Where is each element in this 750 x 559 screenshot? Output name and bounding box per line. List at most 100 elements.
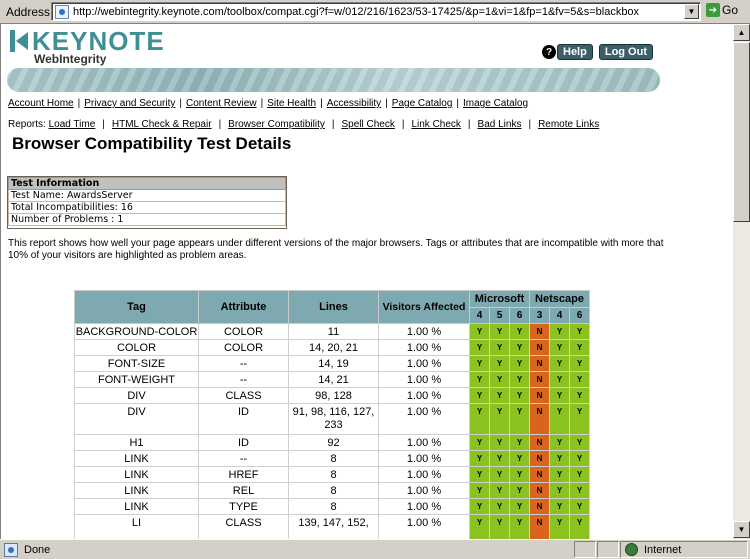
nav-link-site-health[interactable]: Site Health (267, 98, 316, 109)
col-tag: Tag (74, 290, 199, 324)
cell-netscape-status: N (529, 371, 550, 388)
ns-version-6: 6 (569, 307, 590, 324)
cell-netscape-status: Y (549, 466, 570, 483)
cell-netscape-status: Y (549, 355, 570, 372)
cell-netscape-status: N (529, 466, 550, 483)
cell-microsoft-status: Y (489, 339, 510, 356)
report-link-bad-links[interactable]: Bad Links (478, 119, 522, 130)
cell-lines: 92 (288, 434, 379, 451)
nav-link-page-catalog[interactable]: Page Catalog (392, 98, 453, 109)
cell-microsoft-status: Y (509, 498, 530, 515)
cell-visitors: 1.00 % (378, 387, 470, 404)
report-link-browser-compatibility[interactable]: Browser Compatibility (228, 119, 325, 130)
report-link-spell-check[interactable]: Spell Check (341, 119, 394, 130)
report-link-remote-links[interactable]: Remote Links (538, 119, 599, 130)
cell-microsoft-status: Y (509, 355, 530, 372)
cell-attribute: CLASS (198, 387, 289, 404)
compat-table: Tag Attribute Lines Visitors Affected Mi… (74, 289, 590, 539)
logout-button[interactable]: Log Out (598, 44, 653, 60)
table-row: LINK HREF 8 1.00 % Y Y Y N Y Y (74, 466, 590, 483)
cell-netscape-status: Y (569, 482, 590, 499)
report-link-link-check[interactable]: Link Check (411, 119, 460, 130)
cell-netscape-status: N (529, 339, 550, 356)
nav-link-image-catalog[interactable]: Image Catalog (463, 98, 528, 109)
cell-visitors: 1.00 % (378, 355, 470, 372)
nav-separator: | (528, 119, 532, 130)
vertical-scrollbar[interactable]: ▲ ▼ (733, 24, 750, 539)
nav-link-account-home[interactable]: Account Home (8, 98, 74, 109)
nav-link-privacy-and-security[interactable]: Privacy and Security (84, 98, 175, 109)
cell-microsoft-status: Y (489, 482, 510, 499)
table-row: FONT-SIZE -- 14, 19 1.00 % Y Y Y N Y Y (74, 355, 590, 372)
cell-netscape-status: N (529, 434, 550, 451)
table-row: FONT-WEIGHT -- 14, 21 1.00 % Y Y Y N Y Y (74, 371, 590, 388)
table-row: DIV ID 91, 98, 116, 127, 233 1.00 % Y Y Y N Y Y (74, 403, 590, 435)
cell-microsoft-status: Y (489, 403, 510, 435)
cell-microsoft-status: Y (469, 323, 490, 340)
address-dropdown-icon[interactable]: ▼ (684, 4, 699, 19)
keynote-logo[interactable]: KEYNOTE WebIntegrity (8, 28, 165, 66)
reports-label: Reports: (8, 119, 46, 130)
cell-tag: DIV (74, 387, 199, 404)
cell-visitors: 1.00 % (378, 339, 470, 356)
cell-microsoft-status: Y (469, 339, 490, 356)
page-title: Browser Compatibility Test Details (12, 134, 292, 153)
cell-lines: 139, 147, 152, (288, 514, 379, 539)
scroll-up-icon[interactable]: ▲ (733, 24, 750, 41)
cell-attribute: -- (198, 450, 289, 467)
table-row: LINK REL 8 1.00 % Y Y Y N Y Y (74, 482, 590, 499)
cell-visitors: 1.00 % (378, 403, 470, 435)
cell-netscape-status: Y (549, 323, 570, 340)
address-input[interactable]: http://webintegrity.keynote.com/toolbox/… (51, 2, 701, 21)
help-button[interactable]: ? Help (542, 44, 593, 60)
cell-netscape-status: Y (569, 371, 590, 388)
cell-tag: BACKGROUND-COLOR (74, 323, 199, 340)
cell-tag: H1 (74, 434, 199, 451)
cell-lines: 14, 21 (288, 371, 379, 388)
report-link-load-time[interactable]: Load Time (49, 119, 96, 130)
cell-lines: 8 (288, 466, 379, 483)
go-button[interactable]: ➔ Go (706, 3, 738, 17)
cell-netscape-status: Y (569, 339, 590, 356)
nav-link-accessibility[interactable]: Accessibility (327, 98, 381, 109)
cell-netscape-status: N (529, 498, 550, 515)
cell-microsoft-status: Y (489, 434, 510, 451)
reports-nav: Reports: Load Time | HTML Check & Repair | B… (8, 119, 599, 130)
cell-lines: 14, 20, 21 (288, 339, 379, 356)
nav-separator: | (102, 119, 105, 130)
nav-separator: | (179, 98, 182, 109)
cell-attribute: REL (198, 482, 289, 499)
go-arrow-icon: ➔ (706, 3, 720, 17)
header-banner (7, 68, 660, 92)
test-info-table: Test Information Test Name: AwardsServer… (8, 177, 286, 226)
nav-separator: | (260, 98, 264, 109)
cell-attribute: CLASS (198, 514, 289, 539)
cell-attribute: TYPE (198, 498, 289, 515)
address-bar: Address http://webintegrity.keynote.com/… (0, 0, 750, 24)
cell-tag: LINK (74, 466, 199, 483)
address-url[interactable]: http://webintegrity.keynote.com/toolbox/… (73, 6, 639, 18)
cell-netscape-status: N (529, 323, 550, 340)
nav-link-content-review[interactable]: Content Review (186, 98, 257, 109)
cell-microsoft-status: Y (469, 403, 490, 435)
cell-lines: 8 (288, 498, 379, 515)
table-row: LI CLASS 139, 147, 152, 1.00 % Y Y Y N Y Y (74, 514, 590, 539)
nav-separator: | (77, 98, 81, 109)
cell-netscape-status: N (529, 482, 550, 499)
compat-table-body: BACKGROUND-COLOR COLOR 11 1.00 % Y Y Y N Y Y COLOR… (74, 323, 590, 539)
help-label: Help (557, 44, 593, 60)
report-link-html-check-repair[interactable]: HTML Check & Repair (112, 119, 212, 130)
cell-attribute: COLOR (198, 323, 289, 340)
cell-microsoft-status: Y (489, 498, 510, 515)
status-pane (574, 541, 596, 558)
cell-attribute: ID (198, 403, 289, 435)
cell-netscape-status: Y (569, 323, 590, 340)
scroll-down-icon[interactable]: ▼ (733, 521, 750, 538)
cell-microsoft-status: Y (509, 323, 530, 340)
scroll-thumb[interactable] (733, 42, 750, 222)
go-label: Go (722, 3, 739, 17)
cell-attribute: ID (198, 434, 289, 451)
col-microsoft: Microsoft (469, 289, 530, 309)
nav-separator: | (320, 98, 323, 109)
cell-microsoft-status: Y (489, 466, 510, 483)
